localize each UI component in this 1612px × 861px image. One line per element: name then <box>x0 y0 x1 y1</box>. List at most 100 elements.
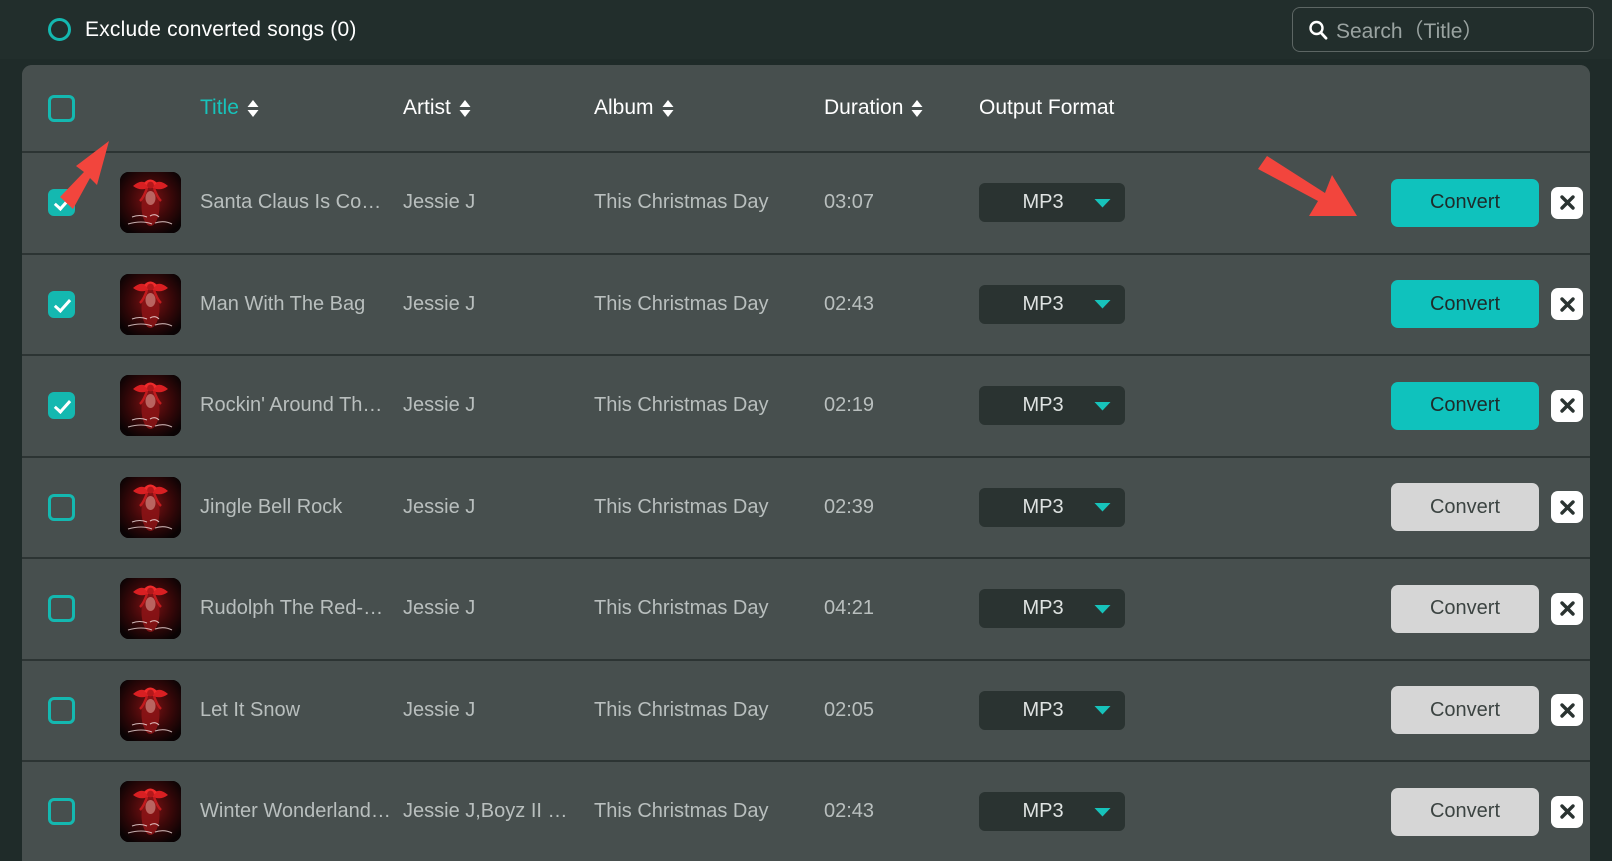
output-format-dropdown[interactable]: MP3 <box>979 487 1125 527</box>
remove-song-button[interactable] <box>1551 491 1583 524</box>
table-row[interactable]: Jingle Bell Rock Jessie J This Christmas… <box>22 457 1590 559</box>
cell-album: This Christmas Day <box>594 597 769 620</box>
convert-button[interactable]: Convert <box>1391 686 1539 735</box>
radio-circle-icon[interactable] <box>48 18 71 41</box>
output-format-dropdown[interactable]: MP3 <box>979 589 1125 629</box>
chevron-down-icon[interactable] <box>1093 400 1112 412</box>
row-checkbox[interactable] <box>47 290 75 318</box>
table-row[interactable]: Winter Wonderland… Jessie J,Boyz II … Th… <box>22 762 1590 861</box>
album-artwork-image <box>119 273 181 335</box>
output-format-dropdown[interactable]: MP3 <box>979 792 1125 832</box>
row-select-cell <box>22 696 100 724</box>
column-header-album-label: Album <box>594 96 654 119</box>
table-row[interactable]: Rudolph The Red-… Jessie J This Christma… <box>22 559 1590 661</box>
column-header-artist-label: Artist <box>403 96 451 119</box>
column-header-duration[interactable]: Duration <box>824 96 979 120</box>
remove-song-button[interactable] <box>1551 389 1583 422</box>
cell-artist: Jessie J,Boyz II … <box>403 800 568 823</box>
chevron-down-icon[interactable] <box>1093 603 1112 615</box>
output-format-value: MP3 <box>1022 191 1064 214</box>
column-header-title[interactable]: Title <box>200 96 403 120</box>
convert-button[interactable]: Convert <box>1391 381 1539 430</box>
album-artwork-cell <box>100 172 200 234</box>
column-header-album[interactable]: Album <box>594 96 824 120</box>
table-row[interactable]: Let It Snow Jessie J This Christmas Day … <box>22 660 1590 762</box>
sort-updown-icon <box>458 99 472 118</box>
search-input[interactable]: Search（Title） <box>1336 15 1483 45</box>
cell-album: This Christmas Day <box>594 495 769 518</box>
cell-output-format: MP3 <box>979 183 1310 223</box>
row-select-cell <box>22 290 100 318</box>
search-box[interactable]: Search（Title） <box>1292 7 1594 52</box>
output-format-value: MP3 <box>1022 698 1064 721</box>
convert-button[interactable]: Convert <box>1391 483 1539 532</box>
remove-song-button[interactable] <box>1551 186 1583 219</box>
sort-updown-icon <box>661 99 675 118</box>
row-select-cell <box>22 493 100 521</box>
top-toolbar: Exclude converted songs (0) Search（Title… <box>0 0 1612 59</box>
cell-artist: Jessie J <box>403 394 476 417</box>
table-row[interactable]: Man With The Bag Jessie J This Christmas… <box>22 254 1590 356</box>
output-format-dropdown[interactable]: MP3 <box>979 690 1125 730</box>
output-format-dropdown[interactable]: MP3 <box>979 284 1125 324</box>
chevron-down-icon[interactable] <box>1093 806 1112 818</box>
album-artwork-icon <box>119 578 181 640</box>
convert-button[interactable]: Convert <box>1391 787 1539 836</box>
output-format-value: MP3 <box>1022 800 1064 823</box>
table-body: Santa Claus Is Co… Jessie J This Christm… <box>22 153 1590 861</box>
cell-actions: Convert <box>1310 483 1590 532</box>
row-select-cell <box>22 392 100 420</box>
remove-song-button[interactable] <box>1551 592 1583 625</box>
cell-artist: Jessie J <box>403 191 476 214</box>
chevron-down-icon[interactable] <box>1093 197 1112 209</box>
column-header-artist[interactable]: Artist <box>403 96 594 120</box>
cell-title: Let It Snow <box>200 698 301 721</box>
album-artwork-image <box>119 679 181 741</box>
album-artwork-icon <box>119 375 181 437</box>
convert-button[interactable]: Convert <box>1391 178 1539 227</box>
cell-artist: Jessie J <box>403 495 476 518</box>
row-checkbox[interactable] <box>47 493 75 521</box>
remove-song-button[interactable] <box>1551 694 1583 727</box>
column-header-title-label: Title <box>200 96 239 119</box>
search-icon <box>1307 19 1329 41</box>
row-checkbox[interactable] <box>47 392 75 420</box>
cell-output-format: MP3 <box>979 690 1310 730</box>
output-format-dropdown[interactable]: MP3 <box>979 386 1125 426</box>
column-header-duration-label: Duration <box>824 96 904 119</box>
row-checkbox[interactable] <box>47 189 75 217</box>
album-artwork-cell <box>100 476 200 538</box>
row-checkbox[interactable] <box>47 696 75 724</box>
chevron-down-icon[interactable] <box>1093 298 1112 310</box>
chevron-down-icon[interactable] <box>1093 501 1112 513</box>
column-header-output-format: Output Format <box>979 96 1115 119</box>
select-all-checkbox[interactable] <box>47 94 75 122</box>
table-header-row: Title Artist Album Duration Output Forma… <box>22 65 1590 153</box>
table-row[interactable]: Rockin' Around Th… Jessie J This Christm… <box>22 356 1590 458</box>
cell-title: Man With The Bag <box>200 292 366 315</box>
row-checkbox[interactable] <box>47 595 75 623</box>
row-select-cell <box>22 595 100 623</box>
exclude-converted-songs-toggle[interactable]: Exclude converted songs (0) <box>48 18 357 42</box>
remove-song-button[interactable] <box>1551 288 1583 321</box>
album-artwork-cell <box>100 781 200 843</box>
table-row[interactable]: Santa Claus Is Co… Jessie J This Christm… <box>22 153 1590 255</box>
row-checkbox[interactable] <box>47 798 75 826</box>
convert-button[interactable]: Convert <box>1391 280 1539 329</box>
cell-duration: 04:21 <box>824 597 875 620</box>
album-artwork-image <box>119 172 181 234</box>
cell-output-format: MP3 <box>979 487 1310 527</box>
remove-song-button[interactable] <box>1551 795 1583 828</box>
convert-button[interactable]: Convert <box>1391 584 1539 633</box>
chevron-down-icon[interactable] <box>1093 704 1112 716</box>
album-artwork-image <box>119 781 181 843</box>
cell-output-format: MP3 <box>979 792 1310 832</box>
cell-album: This Christmas Day <box>594 292 769 315</box>
cell-duration: 03:07 <box>824 191 875 214</box>
output-format-value: MP3 <box>1022 292 1064 315</box>
cell-title: Rockin' Around Th… <box>200 394 383 417</box>
cell-actions: Convert <box>1310 686 1590 735</box>
cell-title: Santa Claus Is Co… <box>200 191 382 214</box>
album-artwork-icon <box>119 476 181 538</box>
output-format-dropdown[interactable]: MP3 <box>979 183 1125 223</box>
